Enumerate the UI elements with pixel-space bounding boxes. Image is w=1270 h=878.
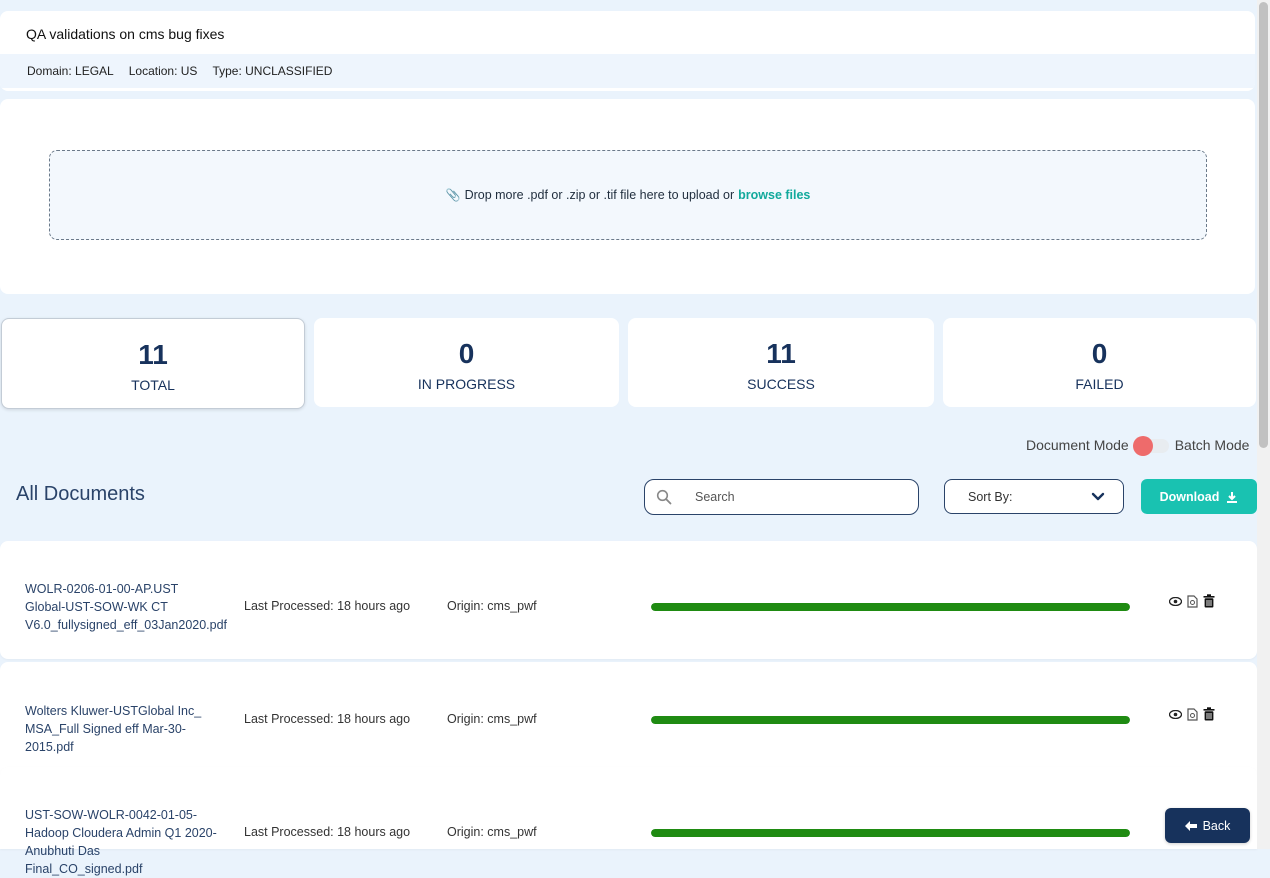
stat-label: IN PROGRESS — [417, 376, 516, 392]
stat-value: 0 — [1091, 338, 1108, 369]
document-mode-label: Document Mode — [1026, 437, 1129, 453]
trash-icon[interactable] — [1203, 707, 1215, 721]
stat-value: 0 — [458, 338, 475, 369]
document-actions — [1169, 707, 1215, 721]
eye-icon[interactable] — [1169, 709, 1182, 719]
document-origin: Origin: cms_pwf — [447, 599, 537, 613]
document-name[interactable]: WOLR-0206-01-00-AP.UST Global-UST-SOW-WK… — [25, 580, 227, 634]
progress-bar — [651, 716, 1130, 724]
stat-card-success[interactable]: 11 SUCCESS — [628, 318, 934, 407]
stat-label: SUCCESS — [747, 376, 815, 392]
type-meta: Type: UNCLASSIFIED — [212, 64, 333, 78]
document-card[interactable]: WOLR-0206-01-00-AP.UST Global-UST-SOW-WK… — [0, 541, 1257, 659]
download-button[interactable]: Download — [1141, 479, 1257, 514]
last-processed: Last Processed: 18 hours ago — [244, 599, 411, 613]
stat-card-total[interactable]: 11 TOTAL — [1, 318, 305, 409]
browse-files-link[interactable]: browse files — [738, 188, 810, 202]
document-name[interactable]: UST-SOW-WOLR-0042-01-05-Hadoop Cloudera … — [25, 806, 220, 878]
progress-fill — [651, 603, 1130, 611]
header-panel: QA validations on cms bug fixes Domain: … — [0, 11, 1255, 91]
progress-bar — [651, 603, 1130, 611]
last-processed: Last Processed: 18 hours ago — [244, 712, 411, 726]
stat-label: TOTAL — [131, 377, 175, 393]
search-icon — [656, 489, 672, 505]
document-name[interactable]: Wolters Kluwer-USTGlobal Inc_ MSA_Full S… — [25, 702, 220, 756]
download-icon — [1227, 491, 1238, 503]
mode-switch[interactable] — [1132, 436, 1169, 456]
progress-fill — [651, 716, 1130, 724]
arrow-left-icon — [1184, 820, 1197, 831]
document-file-icon[interactable] — [1187, 707, 1198, 721]
progress-fill — [651, 829, 1130, 837]
last-processed: Last Processed: 18 hours ago — [244, 825, 411, 839]
switch-knob — [1132, 436, 1153, 456]
eye-icon[interactable] — [1169, 596, 1182, 606]
scrollbar-thumb[interactable] — [1259, 2, 1268, 448]
paperclip-icon: 📎 — [445, 188, 461, 202]
domain-meta: Domain: LEGAL — [27, 64, 114, 78]
location-meta: Location: US — [128, 64, 198, 78]
upload-panel: 📎 Drop more .pdf or .zip or .tif file he… — [0, 99, 1255, 294]
document-card[interactable]: Wolters Kluwer-USTGlobal Inc_ MSA_Full S… — [0, 662, 1257, 780]
document-origin: Origin: cms_pwf — [447, 825, 537, 839]
mode-toggle: Document Mode Batch Mode — [1026, 436, 1250, 456]
document-card[interactable]: UST-SOW-WOLR-0042-01-05-Hadoop Cloudera … — [0, 767, 1257, 876]
sort-dropdown[interactable]: Sort By: — [944, 479, 1124, 514]
progress-bar — [651, 829, 1130, 837]
trash-icon[interactable] — [1203, 594, 1215, 608]
chevron-down-icon — [1091, 492, 1105, 500]
stat-card-in-progress[interactable]: 0 IN PROGRESS — [314, 318, 619, 407]
document-actions — [1169, 594, 1215, 608]
download-label: Download — [1159, 489, 1220, 504]
meta-bar: Domain: LEGAL Location: US Type: UNCLASS… — [0, 54, 1255, 88]
dropzone-prompt: Drop more .pdf or .zip or .tif file here… — [464, 188, 735, 202]
stat-value: 11 — [138, 339, 168, 370]
section-title: All Documents — [16, 483, 145, 505]
back-label: Back — [1202, 818, 1231, 833]
page-scrollbar[interactable] — [1257, 0, 1270, 849]
file-dropzone[interactable]: 📎 Drop more .pdf or .zip or .tif file he… — [49, 150, 1207, 240]
stat-label: FAILED — [1075, 376, 1124, 392]
search-box[interactable] — [644, 479, 919, 515]
document-file-icon[interactable] — [1187, 594, 1198, 608]
document-origin: Origin: cms_pwf — [447, 712, 537, 726]
search-input[interactable] — [693, 489, 897, 505]
sort-label: Sort By: — [968, 489, 1013, 504]
stat-card-failed[interactable]: 0 FAILED — [943, 318, 1256, 407]
page-title: QA validations on cms bug fixes — [26, 26, 225, 42]
stat-value: 11 — [766, 338, 796, 369]
batch-mode-label: Batch Mode — [1174, 437, 1250, 453]
back-button[interactable]: Back — [1165, 808, 1250, 843]
